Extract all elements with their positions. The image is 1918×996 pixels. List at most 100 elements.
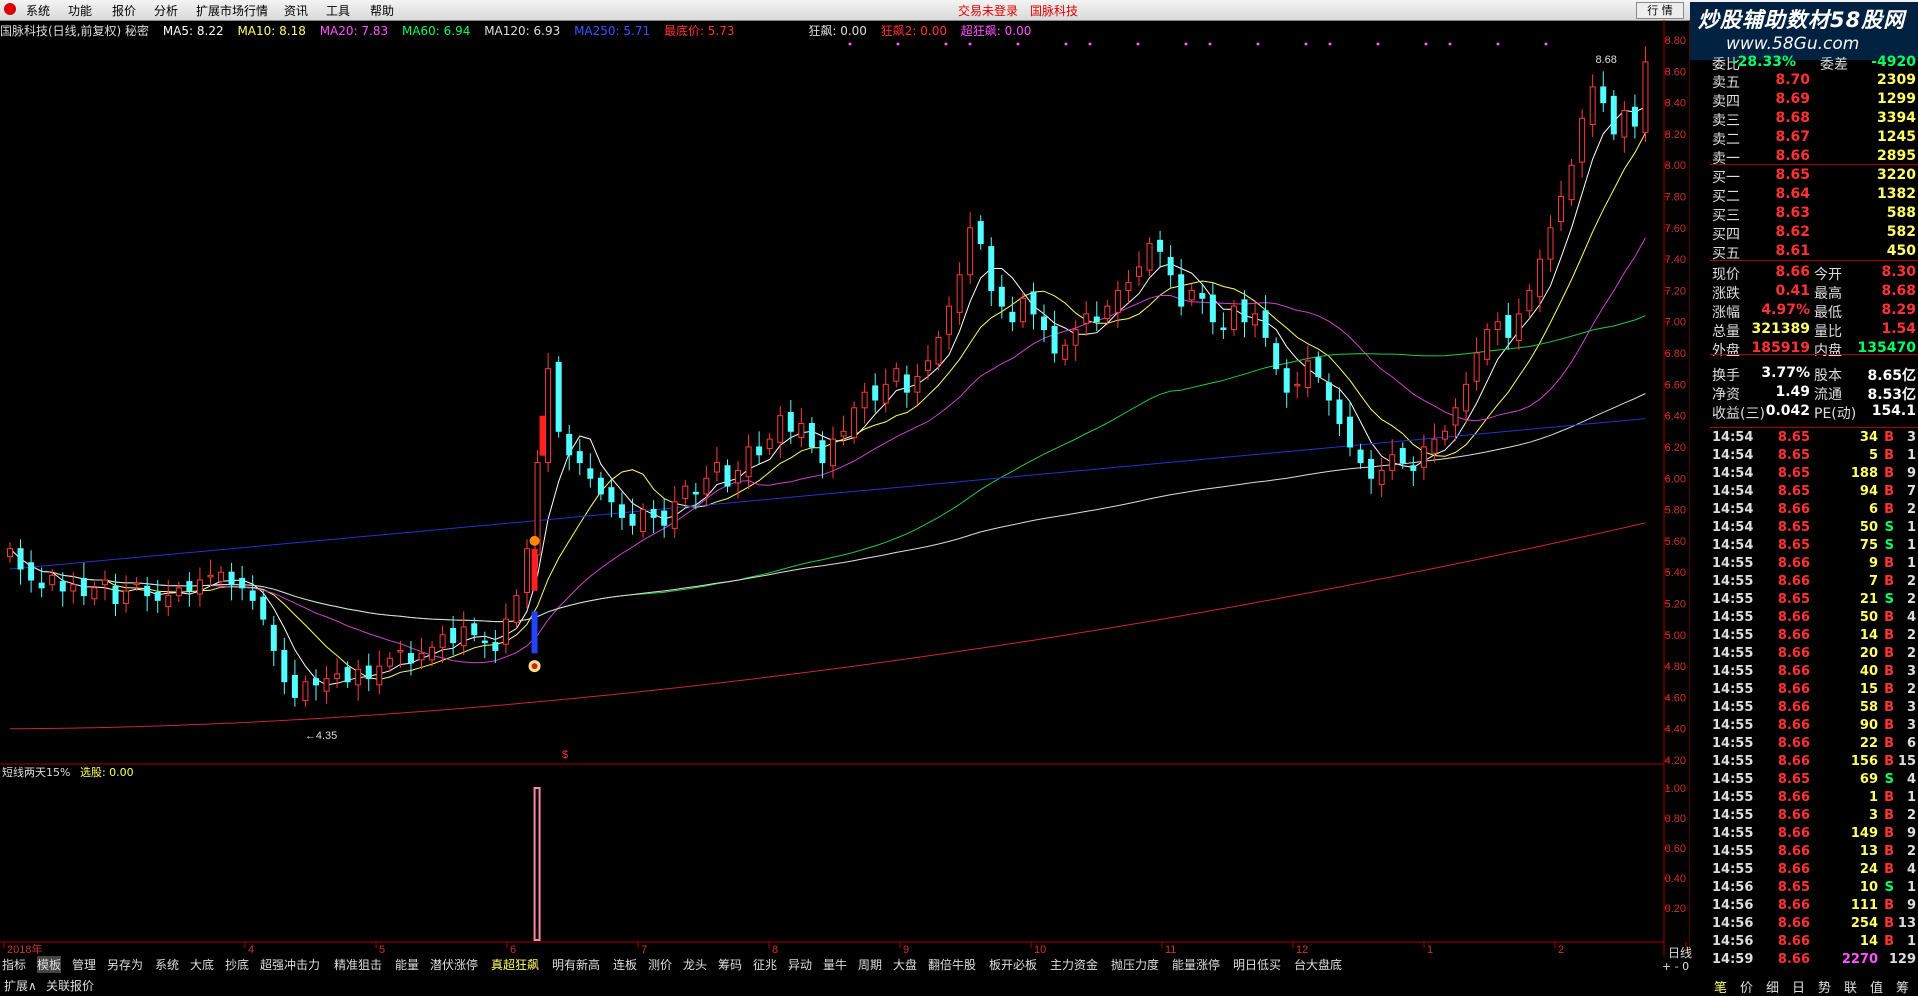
tick-volume: 111 <box>1850 898 1878 913</box>
tick-count: 1 <box>1906 790 1916 805</box>
tick-row: 14:55 8.66 40 B 3 <box>1710 664 1918 682</box>
quote-panel-tab[interactable]: 联 <box>1844 977 1857 996</box>
stat-row: 现价 8.66 今开 8.30 <box>1710 264 1918 283</box>
candle-body <box>133 582 140 586</box>
quote-panel-tab[interactable]: 筹 <box>1896 977 1909 996</box>
candle-body <box>1452 407 1459 426</box>
tick-price: 8.66 <box>1777 646 1810 661</box>
related-quote-button[interactable]: 关联报价 <box>46 977 94 994</box>
indicator-tab[interactable]: 指标 <box>2 956 26 973</box>
indicator-tab[interactable]: 潜伏涨停 <box>430 956 478 973</box>
top-signal-dot <box>1328 42 1332 46</box>
indicator-tab[interactable]: 另存为 <box>107 956 143 973</box>
tick-time: 14:54 <box>1712 502 1754 517</box>
menu-help[interactable]: 帮助 <box>370 2 394 19</box>
stat-value: 8.29 <box>1881 302 1916 318</box>
zoom-controls[interactable]: + - 0 <box>1662 960 1689 973</box>
indicator-tab[interactable]: 模板 <box>37 956 62 973</box>
menu-system[interactable]: 系统 <box>26 2 50 19</box>
tick-price: 8.65 <box>1777 520 1810 535</box>
menu-extended-market[interactable]: 扩展市场行情 <box>196 2 268 19</box>
indicator-tab[interactable]: 明有新高 <box>552 956 600 973</box>
quote-panel-tab[interactable]: 日 <box>1792 977 1805 996</box>
tick-volume: 156 <box>1850 754 1878 769</box>
quote-panel-tab[interactable]: 笔 <box>1714 977 1727 996</box>
menu-news[interactable]: 资讯 <box>284 2 308 19</box>
tick-price: 8.66 <box>1777 574 1810 589</box>
candle-body <box>207 574 214 578</box>
indicator-tab[interactable]: 连板 <box>613 956 637 973</box>
bid-label: 买三 <box>1712 208 1740 224</box>
indicator-tab[interactable]: 明日低买 <box>1233 956 1281 973</box>
tick-price: 8.66 <box>1777 628 1810 643</box>
top-signal-dot <box>1256 42 1260 46</box>
indicator-tab[interactable]: 精准狙击 <box>334 956 382 973</box>
candle-body <box>1589 86 1596 126</box>
ask-label: 卖一 <box>1712 151 1740 167</box>
menu-quote[interactable]: 报价 <box>112 2 136 19</box>
time-tick-label: 9 <box>903 944 909 956</box>
tick-time: 14:55 <box>1712 754 1754 769</box>
menu-analysis[interactable]: 分析 <box>154 2 178 19</box>
indicator-tab[interactable]: 筹码 <box>718 956 742 973</box>
price-tick-label: 4.40 <box>1665 724 1686 736</box>
indicator-tab[interactable]: 龙头 <box>683 956 707 973</box>
indicator-tab[interactable]: 抛压力度 <box>1111 956 1159 973</box>
stat-value: 8.65亿 <box>1867 368 1916 384</box>
indicator-tab[interactable]: 系统 <box>155 956 179 973</box>
candle-body <box>1315 357 1322 378</box>
indicator-tab[interactable]: 板开必板 <box>989 956 1037 973</box>
trade-login-status[interactable]: 交易未登录 <box>958 2 1018 19</box>
indicator-tab[interactable]: 主力资金 <box>1050 956 1098 973</box>
candle-body <box>988 246 995 291</box>
price-tick-label: 6.20 <box>1665 442 1686 454</box>
bid-label: 买四 <box>1712 227 1740 243</box>
candle-body <box>661 510 668 526</box>
indicator-tab[interactable]: 能量涨停 <box>1172 956 1220 973</box>
sub-tick-label: 0.60 <box>1665 843 1686 855</box>
indicator-tab[interactable]: 异动 <box>788 956 812 973</box>
tick-time: 14:56 <box>1712 934 1754 949</box>
quote-panel-tab[interactable]: 值 <box>1870 977 1883 996</box>
tick-row: 14:54 8.65 188 B 9 <box>1710 466 1918 484</box>
expand-button[interactable]: 扩展∧ <box>4 977 37 994</box>
tick-time: 14:55 <box>1712 628 1754 643</box>
indicator-tab[interactable]: 征兆 <box>753 956 777 973</box>
indicator-tab[interactable]: 抄底 <box>225 956 249 973</box>
menu-function[interactable]: 功能 <box>68 2 92 19</box>
indicator-tab[interactable]: 超强冲击力 <box>260 956 320 973</box>
stat-label: 总量 <box>1712 324 1740 340</box>
indicator-tab[interactable]: 台大盘底 <box>1294 956 1342 973</box>
candle-body <box>977 221 984 244</box>
order-ratio-value: -28.33% <box>1731 54 1796 70</box>
quote-panel-tab[interactable]: 价 <box>1740 977 1753 996</box>
indicator-tab[interactable]: 周期 <box>858 956 882 973</box>
top-signal-dot <box>1016 42 1020 46</box>
lowest-price-label: 最底价: 5.73 <box>663 24 735 38</box>
indicator-tab[interactable]: 能量 <box>395 956 419 973</box>
tick-side: B <box>1884 700 1894 715</box>
quote-button[interactable]: 行 情 <box>1636 2 1684 19</box>
quote-panel-tab[interactable]: 细 <box>1766 977 1779 996</box>
tick-price: 8.66 <box>1777 916 1810 931</box>
candle-body <box>1505 314 1512 338</box>
indicator-tab[interactable]: 翻倍牛股 <box>928 956 976 973</box>
indicator-tab[interactable]: 真超狂飙 <box>491 956 539 973</box>
indicator-tab[interactable]: 大盘 <box>893 956 917 973</box>
tick-volume: 7 <box>1868 574 1878 589</box>
candle-body <box>524 548 531 594</box>
quote-panel-tab[interactable]: 势 <box>1818 977 1831 996</box>
indicator-tab[interactable]: 量牛 <box>823 956 847 973</box>
indicator-tab[interactable]: 管理 <box>72 956 96 973</box>
bid-label: 买二 <box>1712 189 1740 205</box>
indicator-tab[interactable]: 测价 <box>648 956 672 973</box>
kline-chart[interactable]: 8.80 8.60 8.40 8.20 8.00 7.80 7.60 7.40 7.20 7.00… <box>0 20 1690 956</box>
indicator-tab[interactable]: 大底 <box>190 956 214 973</box>
watermark-title: 炒股辅助数材58股网 <box>1698 8 1906 32</box>
menu-tools[interactable]: 工具 <box>326 2 350 19</box>
candle-body <box>798 422 805 439</box>
stat-row: 总量 321389 量比 1.54 <box>1710 321 1918 340</box>
period-label[interactable]: 日线 <box>1668 944 1692 961</box>
candle-body <box>1273 343 1280 370</box>
tick-side: B <box>1884 628 1894 643</box>
